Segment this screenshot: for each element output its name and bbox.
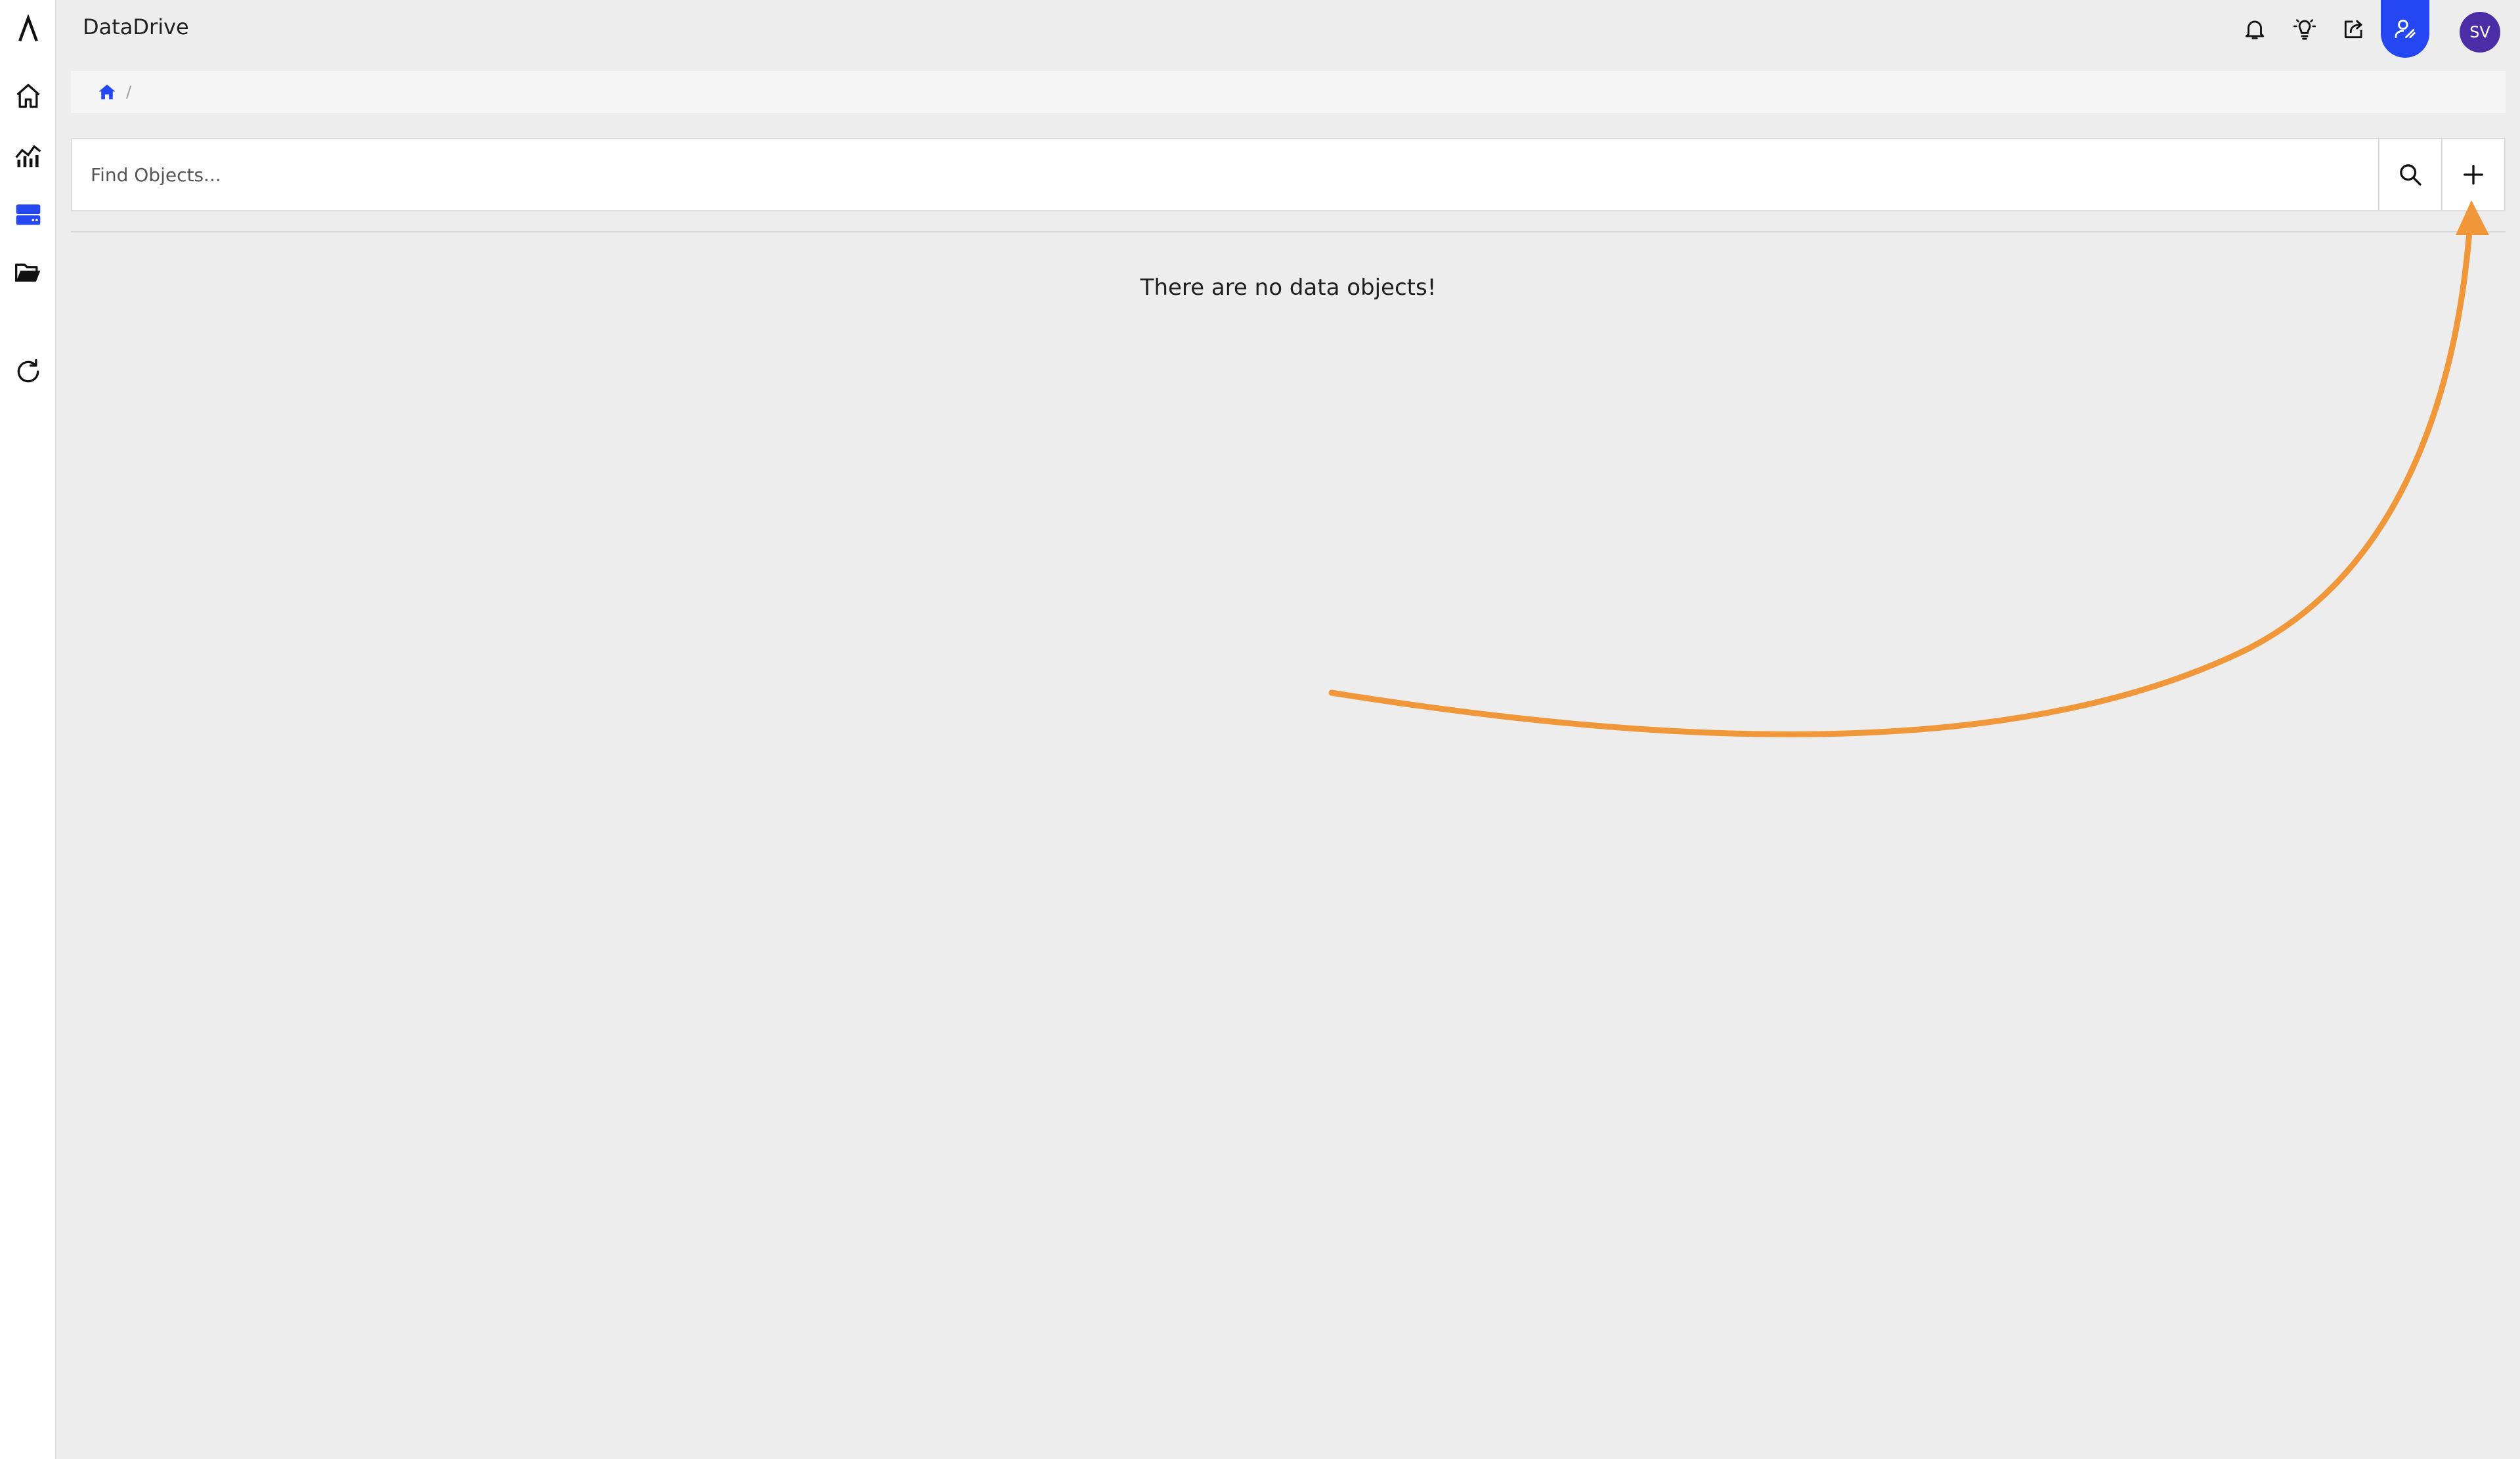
sidebar-item-data-drive[interactable]: [0, 188, 56, 240]
lightbulb-icon: [2293, 19, 2316, 40]
search-input[interactable]: [72, 139, 2378, 210]
top-bar: DataDrive: [56, 0, 2520, 58]
sidebar-item-analytics[interactable]: [0, 129, 56, 181]
notifications-button[interactable]: [2239, 13, 2270, 45]
user-admin-icon: [2395, 19, 2416, 39]
share-icon: [2344, 20, 2362, 39]
empty-state-message: There are no data objects!: [1140, 274, 1437, 301]
sidebar-item-refresh[interactable]: [0, 345, 56, 398]
sidebar-item-folders[interactable]: [0, 247, 56, 299]
add-object-button[interactable]: [2441, 139, 2504, 210]
app-window: DataDrive SV / Find Objects... There are…: [0, 0, 2520, 1459]
refresh-icon: [17, 359, 39, 383]
annotation-arrow: [1328, 200, 2489, 737]
search-button[interactable]: [2378, 139, 2441, 210]
breadcrumb: /: [71, 71, 2506, 113]
left-sidebar: [0, 0, 56, 1459]
app-title: DataDrive: [83, 14, 189, 39]
plus-icon: [2464, 165, 2483, 185]
user-admin-button[interactable]: [2381, 0, 2429, 58]
data-drive-icon: [16, 204, 41, 225]
search-icon: [2400, 164, 2422, 186]
home-icon: [16, 83, 40, 108]
tips-button[interactable]: [2289, 13, 2320, 45]
app-logo[interactable]: [0, 3, 56, 55]
logo-lambda-icon: [18, 14, 38, 42]
share-button[interactable]: [2338, 13, 2370, 45]
search-bar: [71, 138, 2506, 211]
content-divider: [71, 231, 2506, 232]
home-icon[interactable]: [97, 82, 117, 102]
sidebar-item-home[interactable]: [0, 70, 56, 122]
breadcrumb-separator: /: [126, 83, 132, 101]
folder-open-icon: [15, 263, 41, 282]
bell-icon: [2245, 20, 2265, 39]
analytics-chart-icon: [15, 144, 41, 167]
user-avatar[interactable]: SV: [2460, 12, 2500, 53]
